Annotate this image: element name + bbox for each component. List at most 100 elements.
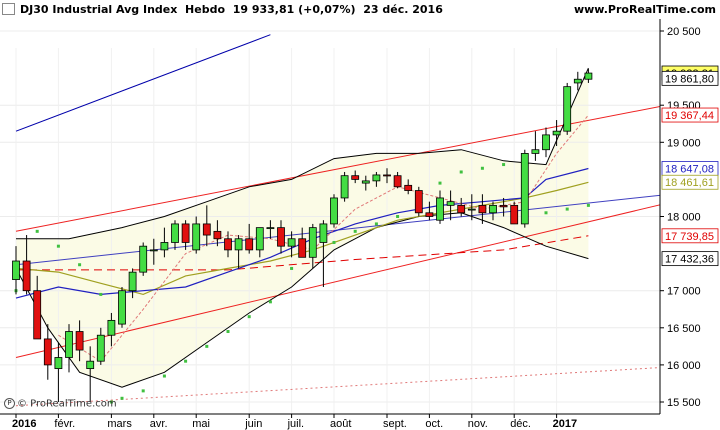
sar-point <box>184 359 188 363</box>
price-chart[interactable]: 20 50019 50019 00018 00017 00016 50016 0… <box>0 0 720 430</box>
candle[interactable] <box>118 290 126 325</box>
candle[interactable] <box>255 227 264 251</box>
candle[interactable] <box>489 204 497 214</box>
x-tick-label: févr. <box>54 418 75 430</box>
sar-point <box>586 203 590 207</box>
x-tick-label: déc. <box>510 418 531 430</box>
sar-point <box>56 244 60 248</box>
candle[interactable] <box>54 357 63 370</box>
candle[interactable] <box>520 153 529 225</box>
sar-point <box>120 396 124 400</box>
candle[interactable] <box>96 334 105 362</box>
x-tick-label: juin <box>244 418 262 430</box>
sar-point <box>396 215 400 218</box>
candle[interactable] <box>86 360 95 370</box>
candle[interactable] <box>361 180 370 184</box>
candle[interactable] <box>43 338 52 366</box>
sar-point <box>502 163 506 167</box>
sar-point <box>544 211 548 215</box>
sar-point <box>99 292 103 296</box>
candle[interactable] <box>287 238 296 247</box>
sar-point <box>565 207 569 211</box>
candle[interactable] <box>584 72 593 80</box>
candle[interactable] <box>531 149 540 154</box>
price-label: 18 461,61 <box>665 177 714 189</box>
candle[interactable] <box>351 175 360 180</box>
x-tick-label: sept. <box>383 418 407 430</box>
sar-point <box>226 330 230 334</box>
sar-point <box>290 266 294 270</box>
y-tick-label: 17 000 <box>667 286 701 298</box>
sar-point <box>480 166 484 170</box>
candle[interactable] <box>12 260 20 280</box>
y-tick-label: 18 000 <box>667 212 701 224</box>
candle[interactable] <box>340 175 349 199</box>
x-tick-label: mars <box>107 418 132 430</box>
sar-point <box>438 181 442 185</box>
candle[interactable] <box>393 175 402 188</box>
candle[interactable] <box>181 223 190 243</box>
candle[interactable] <box>75 331 84 351</box>
price-label: 17 432,36 <box>665 254 714 266</box>
candle[interactable] <box>171 223 179 243</box>
x-tick-label: mai <box>192 418 210 430</box>
y-tick-label: 19 000 <box>667 137 701 149</box>
candle[interactable] <box>213 230 222 240</box>
price-label: 19 367,44 <box>665 110 714 122</box>
candle[interactable] <box>436 197 444 221</box>
x-tick-label: 2017 <box>553 418 577 430</box>
y-tick-label: 20 500 <box>667 26 701 38</box>
sar-point <box>78 263 82 267</box>
candle[interactable] <box>277 227 285 247</box>
x-tick-label: nov. <box>468 418 488 430</box>
candle[interactable] <box>467 208 476 211</box>
candle[interactable] <box>149 249 158 252</box>
candle[interactable] <box>139 245 148 273</box>
price-label: 19 861,80 <box>665 73 714 85</box>
candle[interactable] <box>245 238 254 251</box>
sar-point <box>374 222 378 226</box>
candle[interactable] <box>478 204 487 214</box>
copyright-icon: P <box>4 398 15 409</box>
candle[interactable] <box>404 184 413 191</box>
candle[interactable] <box>372 174 381 182</box>
candle[interactable] <box>499 204 508 208</box>
candle[interactable] <box>383 174 391 177</box>
candle[interactable] <box>266 227 275 230</box>
candle[interactable] <box>573 78 582 84</box>
candle[interactable] <box>160 242 169 251</box>
sar-point <box>353 229 357 233</box>
y-tick-label: 16 500 <box>667 323 701 335</box>
candle[interactable] <box>330 197 338 225</box>
sar-point <box>247 315 251 319</box>
candle[interactable] <box>552 130 561 136</box>
candle[interactable] <box>65 331 73 358</box>
candle[interactable] <box>425 212 434 217</box>
x-tick-label: oct. <box>425 418 443 430</box>
candle[interactable] <box>128 271 137 292</box>
candle[interactable] <box>457 204 466 214</box>
candle[interactable] <box>33 290 42 340</box>
candle[interactable] <box>107 319 116 336</box>
y-tick-label: 16 000 <box>667 360 701 372</box>
price-label: 17 739,85 <box>665 231 714 243</box>
candle[interactable] <box>202 223 211 236</box>
candle[interactable] <box>298 238 307 258</box>
y-tick-label: 15 500 <box>667 397 701 409</box>
candle[interactable] <box>542 134 550 151</box>
sar-point <box>205 344 209 348</box>
x-tick-label: août <box>330 418 351 430</box>
candle[interactable] <box>22 260 31 292</box>
candle[interactable] <box>510 204 519 225</box>
candle[interactable] <box>563 86 572 132</box>
x-tick-label: avr. <box>150 418 168 430</box>
candle[interactable] <box>308 227 317 258</box>
sar-point <box>459 170 463 174</box>
candle[interactable] <box>319 223 328 243</box>
sar-point <box>268 300 272 304</box>
candle[interactable] <box>234 238 243 251</box>
candle[interactable] <box>224 238 232 251</box>
candle[interactable] <box>446 201 455 206</box>
candle[interactable] <box>192 223 201 251</box>
candle[interactable] <box>414 190 423 214</box>
